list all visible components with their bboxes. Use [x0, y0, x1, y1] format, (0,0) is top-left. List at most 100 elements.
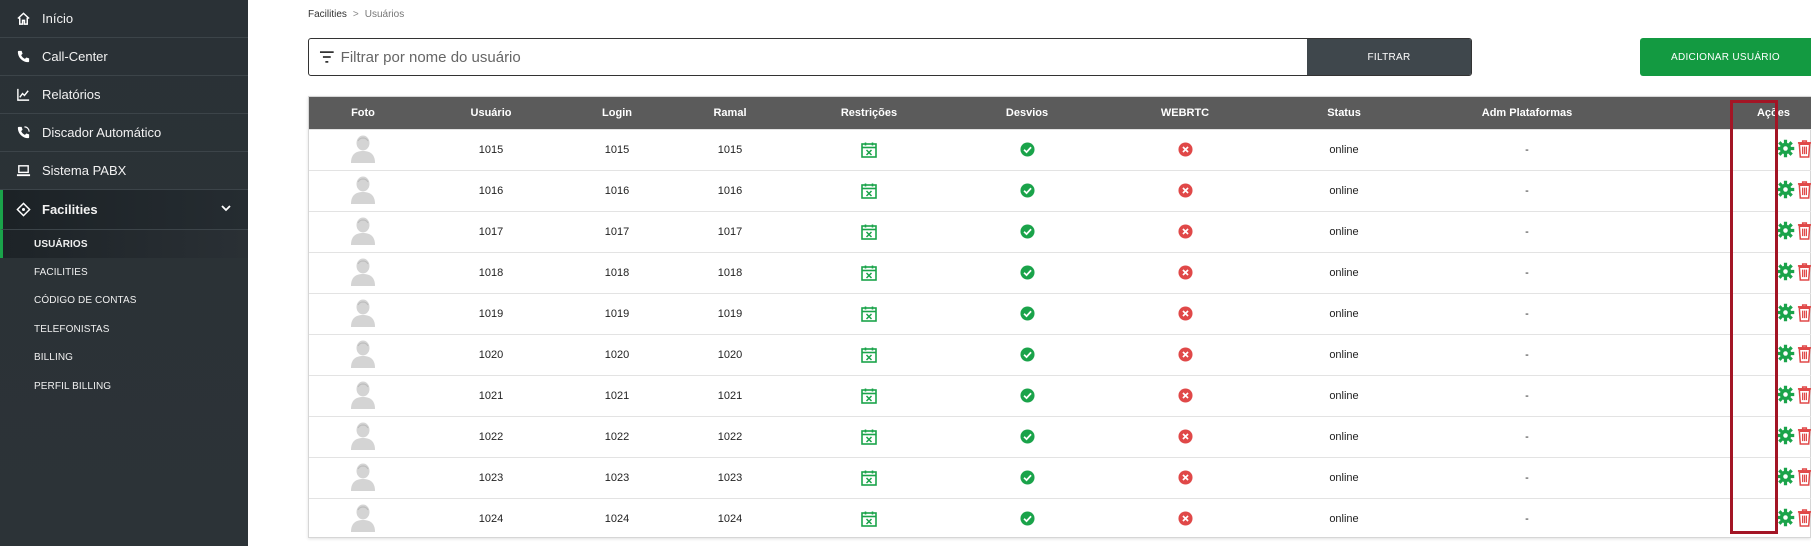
sidebar-item-sistema-pabx[interactable]: Sistema PABX [0, 152, 248, 190]
gear-icon[interactable] [1776, 385, 1795, 404]
calendar-restriction-icon[interactable] [860, 264, 878, 282]
cell-adm-plataformas: - [1425, 456, 1629, 498]
cell-desvios [947, 333, 1107, 375]
trash-icon[interactable] [1797, 467, 1811, 486]
cell-adm-plataformas: - [1425, 292, 1629, 334]
sidebar-subitem-facilities[interactable]: FACILITIES [0, 258, 248, 287]
check-circle-icon [1019, 265, 1035, 280]
cell-desvios [947, 456, 1107, 498]
gear-icon[interactable] [1776, 426, 1795, 445]
calendar-restriction-icon[interactable] [860, 428, 878, 446]
cell-usuario: 1020 [417, 333, 565, 375]
gear-icon[interactable] [1776, 508, 1795, 527]
cell-login: 1017 [565, 210, 669, 252]
table-row: 1015 1015 1015 online - [309, 128, 1811, 170]
breadcrumb-parent[interactable]: Facilities [308, 9, 347, 20]
sidebar-subitem-usuarios[interactable]: USUÁRIOS [0, 230, 248, 258]
header-adm-plataformas: Adm Plataformas [1425, 97, 1629, 129]
trash-icon[interactable] [1797, 221, 1811, 240]
cell-restricoes [791, 456, 947, 498]
trash-icon[interactable] [1797, 303, 1811, 322]
trash-icon[interactable] [1797, 344, 1811, 363]
calendar-restriction-icon[interactable] [860, 305, 878, 323]
sidebar-subitem-billing[interactable]: BILLING [0, 344, 248, 373]
check-circle-icon [1019, 429, 1035, 444]
calendar-restriction-icon[interactable] [860, 387, 878, 405]
x-circle-icon [1177, 265, 1193, 280]
cell-usuario: 1019 [417, 292, 565, 334]
gear-icon[interactable] [1776, 180, 1795, 199]
gear-icon[interactable] [1776, 221, 1795, 240]
cell-webrtc [1107, 456, 1263, 498]
sidebar-item-inicio[interactable]: Início [0, 0, 248, 38]
chevron-down-icon[interactable] [220, 202, 232, 214]
table-row: 1019 1019 1019 online - [309, 292, 1811, 334]
trash-icon[interactable] [1797, 139, 1811, 158]
user-avatar-icon [349, 420, 377, 450]
cell-acoes [1629, 169, 1811, 211]
trash-icon[interactable] [1797, 262, 1811, 281]
table-row: 1024 1024 1024 online - [309, 497, 1811, 539]
cell-status: online [1263, 374, 1425, 416]
cell-desvios [947, 169, 1107, 211]
filter-button[interactable]: FILTRAR [1307, 39, 1471, 75]
gear-icon[interactable] [1776, 467, 1795, 486]
breadcrumb-current: Usuários [364, 9, 405, 20]
table-row: 1017 1017 1017 online - [309, 210, 1811, 252]
trash-icon[interactable] [1797, 385, 1811, 404]
calendar-restriction-icon[interactable] [860, 469, 878, 487]
check-circle-icon [1019, 306, 1035, 321]
trash-icon[interactable] [1797, 508, 1811, 527]
cell-webrtc [1107, 292, 1263, 334]
cell-acoes [1629, 128, 1811, 170]
add-user-button[interactable]: ADICIONAR USUÁRIO [1640, 38, 1811, 76]
sidebar-subitem-telefonistas[interactable]: TELEFONISTAS [0, 315, 248, 344]
calendar-restriction-icon[interactable] [860, 346, 878, 364]
sidebar-item-relatorios[interactable]: Relatórios [0, 76, 248, 114]
cell-foto [309, 210, 417, 252]
x-circle-icon [1177, 388, 1193, 403]
check-circle-icon [1019, 347, 1035, 362]
cell-login: 1015 [565, 128, 669, 170]
breadcrumb: Facilities > Usuários [308, 9, 404, 20]
phone-dialer-icon [14, 124, 32, 142]
cell-foto [309, 497, 417, 539]
cell-acoes [1629, 251, 1811, 293]
cell-desvios [947, 128, 1107, 170]
cell-usuario: 1018 [417, 251, 565, 293]
cell-login: 1016 [565, 169, 669, 211]
sidebar-subitem-perfil-billing[interactable]: PERFIL BILLING [0, 372, 248, 401]
calendar-restriction-icon[interactable] [860, 141, 878, 159]
sidebar-subitem-codigo-de-contas[interactable]: CÓDIGO DE CONTAS [0, 287, 248, 316]
cell-acoes [1629, 333, 1811, 375]
gear-icon[interactable] [1776, 262, 1795, 281]
trash-icon[interactable] [1797, 180, 1811, 199]
sidebar-item-facilities[interactable]: Facilities [0, 190, 248, 230]
cell-status: online [1263, 333, 1425, 375]
header-login: Login [565, 97, 669, 129]
table-row: 1020 1020 1020 online - [309, 333, 1811, 375]
calendar-restriction-icon[interactable] [860, 182, 878, 200]
calendar-restriction-icon[interactable] [860, 510, 878, 528]
check-circle-icon [1019, 511, 1035, 526]
cell-adm-plataformas: - [1425, 169, 1629, 211]
cell-ramal: 1024 [669, 497, 791, 539]
gear-icon[interactable] [1776, 139, 1795, 158]
sidebar-item-label: Facilities [42, 202, 98, 217]
gear-icon[interactable] [1776, 303, 1795, 322]
cell-foto [309, 415, 417, 457]
gear-icon[interactable] [1776, 344, 1795, 363]
diamond-icon [14, 201, 32, 219]
calendar-restriction-icon[interactable] [860, 223, 878, 241]
cell-login: 1021 [565, 374, 669, 416]
trash-icon[interactable] [1797, 426, 1811, 445]
search-input[interactable] [340, 48, 1307, 66]
x-circle-icon [1177, 306, 1193, 321]
sidebar-item-discador[interactable]: Discador Automático [0, 114, 248, 152]
cell-adm-plataformas: - [1425, 210, 1629, 252]
cell-login: 1018 [565, 251, 669, 293]
cell-restricoes [791, 333, 947, 375]
sidebar-item-call-center[interactable]: Call-Center [0, 38, 248, 76]
header-desvios: Desvios [947, 97, 1107, 129]
cell-acoes [1629, 456, 1811, 498]
